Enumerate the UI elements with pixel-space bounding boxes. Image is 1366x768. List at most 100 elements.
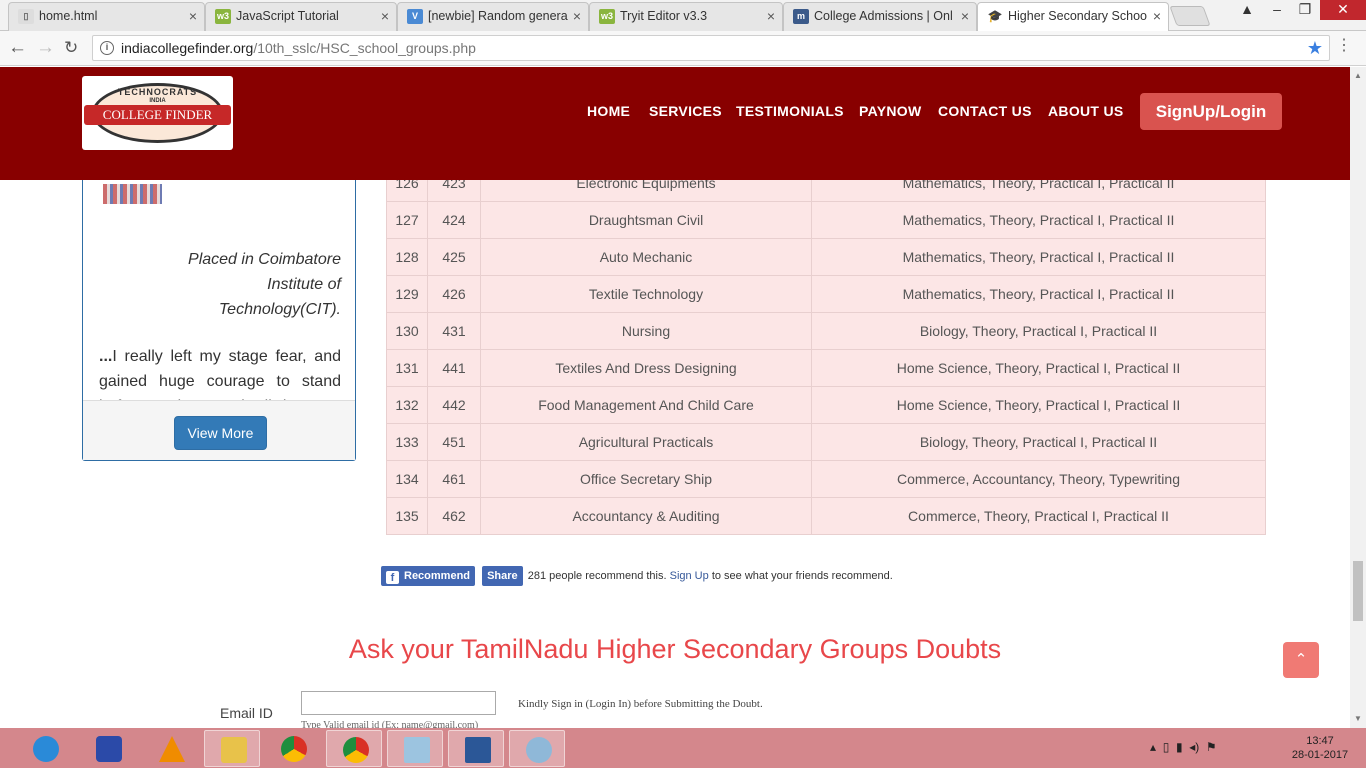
fb-count-text: 281 people recommend this. Sign Up to se…	[528, 570, 893, 582]
menu-icon[interactable]: ⋮	[1336, 36, 1352, 56]
fb-count: 281 people recommend this.	[527, 570, 667, 582]
subjects: Mathematics, Theory, Practical I, Practi…	[811, 201, 1266, 239]
email-hint: Type Valid email id (Ex: name@gmail.com)	[301, 720, 479, 728]
table-row: 130 431 Nursing Biology, Theory, Practical …	[386, 312, 1266, 350]
fb-signup-link[interactable]: Sign Up	[670, 570, 709, 582]
tab-title: Higher Secondary Schoo	[1008, 9, 1147, 23]
row-serial: 129	[386, 275, 428, 313]
star-icon[interactable]: ★	[1307, 36, 1323, 60]
email-label: Email ID	[220, 705, 273, 721]
close-icon[interactable]: ×	[189, 3, 197, 29]
nav-testimonials[interactable]: TESTIMONIALS	[736, 103, 844, 119]
logo-top-text: TECHNOCRATS	[117, 87, 198, 97]
close-icon[interactable]: ×	[573, 3, 581, 29]
fb-share-button[interactable]: Share	[482, 566, 523, 586]
chrome-active-icon[interactable]	[326, 730, 382, 767]
word-icon[interactable]	[448, 730, 504, 767]
logo-main-text: COLLEGE FINDER	[84, 105, 231, 125]
subjects: Mathematics, Theory, Practical I, Practi…	[811, 238, 1266, 276]
group-name: Draughtsman Civil	[480, 201, 812, 239]
w3schools-icon: w3	[215, 9, 231, 24]
tab-javascript-tutorial[interactable]: w3 JavaScript Tutorial ×	[205, 2, 397, 31]
avatar	[103, 184, 162, 204]
address-bar: ← → ↻ i indiacollegefinder.org/10th_sslc…	[0, 31, 1366, 66]
v-icon: V	[407, 9, 423, 24]
subjects: Mathematics, Theory, Practical I, Practi…	[811, 275, 1266, 313]
table-row: 133 451 Agricultural Practicals Biology, Th…	[386, 423, 1266, 461]
chrome-icon[interactable]	[265, 730, 321, 767]
m-icon: m	[793, 9, 809, 24]
table-row: 134 461 Office Secretary Ship Commerce, Acc…	[386, 460, 1266, 498]
tab-tryit-editor[interactable]: w3 Tryit Editor v3.3 ×	[589, 2, 783, 31]
site-logo[interactable]: TECHNOCRATS INDIA COLLEGE FINDER	[82, 76, 233, 150]
nav-about-us[interactable]: ABOUT US	[1048, 103, 1124, 119]
nav-contact-us[interactable]: CONTACT US	[938, 103, 1032, 119]
close-icon[interactable]: ×	[1153, 3, 1161, 29]
tab-home[interactable]: ▯ home.html ×	[8, 2, 205, 31]
scroll-to-top-button[interactable]: ⌃	[1283, 642, 1319, 678]
close-icon[interactable]: ×	[961, 3, 969, 29]
group-name: Agricultural Practicals	[480, 423, 812, 461]
new-tab-button[interactable]	[1169, 6, 1211, 26]
tab-higher-secondary[interactable]: 🎓 Higher Secondary Schoo ×	[977, 2, 1169, 32]
scroll-down-icon[interactable]: ▼	[1354, 714, 1362, 723]
back-icon[interactable]: ←	[8, 35, 27, 61]
window-close-button[interactable]: ✕	[1320, 0, 1366, 20]
paint-icon[interactable]	[509, 730, 565, 767]
subjects: Commerce, Theory, Practical I, Practical…	[811, 497, 1266, 535]
tab-title: home.html	[39, 9, 98, 23]
view-more-button[interactable]: View More	[174, 416, 267, 450]
group-name: Textiles And Dress Designing	[480, 349, 812, 387]
user-icon[interactable]: ▲	[1232, 0, 1262, 20]
maximize-button[interactable]: ❐	[1290, 0, 1320, 20]
clock-time: 13:47	[1306, 735, 1334, 747]
scroll-up-icon[interactable]: ▲	[1354, 71, 1362, 80]
minimize-button[interactable]: –	[1262, 0, 1292, 20]
graduate-icon: 🎓	[987, 9, 1003, 24]
remote-icon[interactable]	[80, 730, 136, 767]
group-code: 426	[427, 275, 481, 313]
facebook-recommend-bar: f Recommend Share 281 people recommend th…	[381, 566, 893, 586]
nav-home[interactable]: HOME	[587, 103, 630, 119]
ie-icon[interactable]	[17, 730, 73, 767]
info-icon[interactable]: i	[100, 41, 114, 55]
nav-services[interactable]: SERVICES	[649, 103, 722, 119]
signup-login-button[interactable]: SignUp/Login	[1140, 93, 1282, 130]
group-code: 461	[427, 460, 481, 498]
group-code: 462	[427, 497, 481, 535]
w3schools-icon: w3	[599, 9, 615, 24]
folder-icon[interactable]	[204, 730, 260, 767]
page-scrollbar[interactable]: ▲ ▼	[1350, 67, 1366, 728]
tab-college-admissions[interactable]: m College Admissions | Onl ×	[783, 2, 977, 31]
row-serial: 132	[386, 386, 428, 424]
table-row: 129 426 Textile Technology Mathematics, The…	[386, 275, 1266, 313]
tab-title: College Admissions | Onl	[814, 9, 953, 23]
close-icon[interactable]: ×	[381, 3, 389, 29]
subjects: Biology, Theory, Practical I, Practical …	[811, 423, 1266, 461]
row-serial: 133	[386, 423, 428, 461]
facebook-icon: f	[386, 571, 399, 584]
forward-icon[interactable]: →	[36, 35, 55, 61]
fb-recommend-button[interactable]: f Recommend	[381, 566, 476, 586]
group-code: 424	[427, 201, 481, 239]
reload-icon[interactable]: ↻	[64, 35, 78, 61]
close-icon[interactable]: ×	[767, 3, 775, 29]
row-serial: 128	[386, 238, 428, 276]
tab-random-generator[interactable]: V [newbie] Random genera ×	[397, 2, 589, 31]
ask-doubts-title: Ask your TamilNadu Higher Secondary Grou…	[348, 634, 1002, 664]
group-name: Accountancy & Auditing	[480, 497, 812, 535]
notepad-icon[interactable]	[387, 730, 443, 767]
clock[interactable]: 13:47 28-01-2017	[1280, 734, 1360, 762]
file-icon: ▯	[18, 9, 34, 24]
url-field[interactable]: i indiacollegefinder.org/10th_sslc/HSC_s…	[92, 35, 1330, 61]
table-row: 131 441 Textiles And Dress Designing Home S…	[386, 349, 1266, 387]
browser-tab-bar: ▯ home.html × w3 JavaScript Tutorial × V…	[0, 0, 1366, 32]
system-tray[interactable]: ▴ ▯ ▮ ◂) ⚑	[1150, 740, 1217, 754]
table-row: 127 424 Draughtsman Civil Mathematics, Theo…	[386, 201, 1266, 239]
nav-paynow[interactable]: PAYNOW	[859, 103, 921, 119]
page-content: Placed in Coimbatore Institute of Techno…	[0, 67, 1350, 728]
vlc-icon[interactable]	[143, 730, 199, 767]
quote-ellipsis: ...	[99, 348, 113, 365]
scrollbar-thumb[interactable]	[1353, 561, 1363, 621]
email-field[interactable]	[301, 691, 496, 715]
